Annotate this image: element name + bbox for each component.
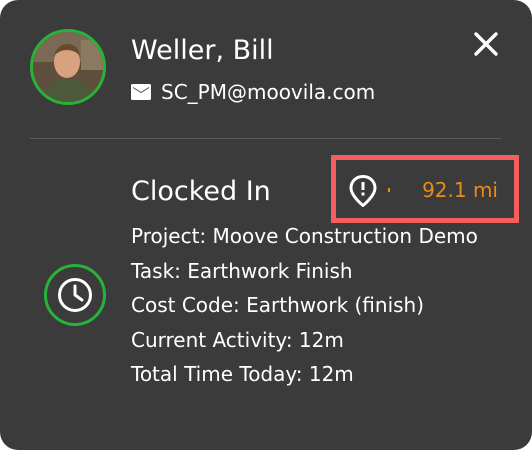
- status-clock: [44, 264, 106, 326]
- close-button[interactable]: [472, 30, 500, 58]
- distance-value: 92.1 mi: [422, 178, 498, 202]
- cost-code-line: Cost Code: Earthwork (finish): [131, 293, 425, 318]
- location-alert-icon: [349, 175, 377, 207]
- current-activity-line: Current Activity: 12m: [131, 327, 344, 352]
- divider: [30, 138, 501, 139]
- email-row: SC_PM@moovila.com: [131, 79, 375, 105]
- task-line: Task: Earthwork Finish: [131, 258, 353, 283]
- avatar: [30, 29, 106, 105]
- distance-indicator: 92.1 mi: [331, 155, 519, 223]
- pin-marker-dot: [388, 188, 390, 192]
- total-time-line: Total Time Today: 12m: [131, 362, 354, 387]
- user-status-card: Weller, Bill SC_PM@moovila.com Clocked I…: [0, 0, 532, 450]
- close-icon[interactable]: [472, 30, 500, 58]
- project-line: Project: Moove Construction Demo: [131, 224, 478, 248]
- user-email: SC_PM@moovila.com: [161, 80, 376, 104]
- mail-icon: [131, 84, 151, 100]
- user-name: Weller, Bill: [131, 35, 274, 66]
- clock-icon: [58, 278, 92, 312]
- clock-details: Project: Moove Construction Demo Task: E…: [131, 219, 491, 392]
- status-title: Clocked In: [131, 176, 271, 207]
